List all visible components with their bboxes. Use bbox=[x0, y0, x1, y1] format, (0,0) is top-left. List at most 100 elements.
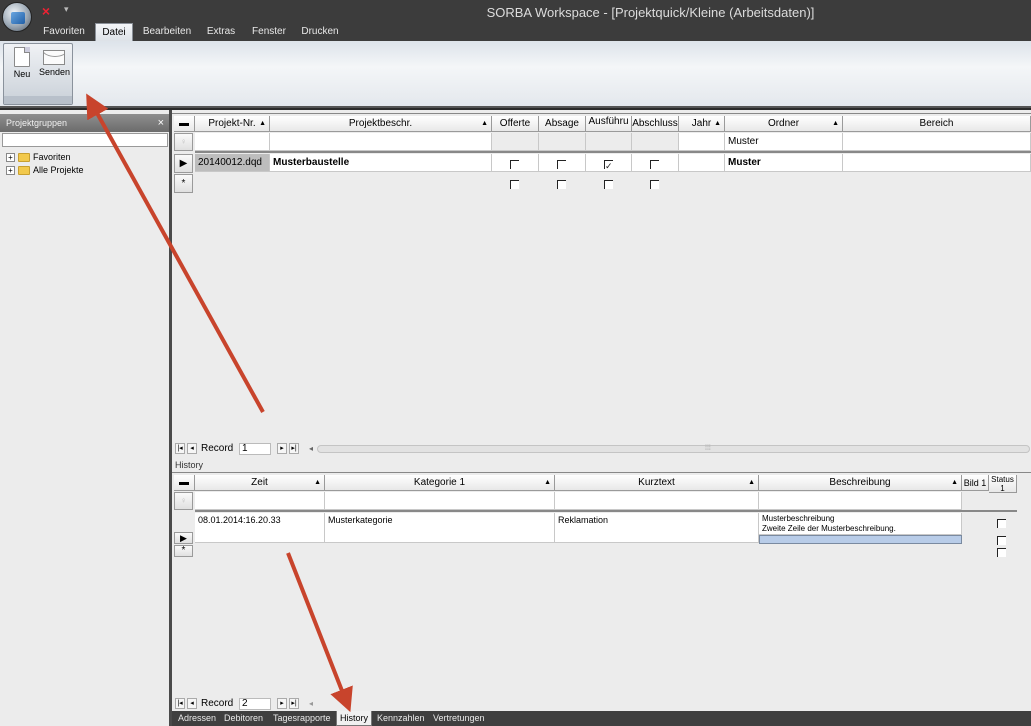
tab-adressen[interactable]: Adressen bbox=[178, 711, 216, 726]
abschluss-checkbox[interactable] bbox=[650, 160, 659, 169]
last-record-icon[interactable]: ▸| bbox=[289, 698, 299, 709]
tab-debitoren[interactable]: Debitoren bbox=[224, 711, 263, 726]
filter-cell-beschreibung[interactable] bbox=[759, 492, 962, 510]
table-cell-zeit[interactable]: 08.01.2014:16.20.33 bbox=[195, 513, 325, 543]
next-record-icon[interactable]: ▸ bbox=[277, 698, 287, 709]
new-row-icon: * bbox=[174, 545, 193, 557]
prev-record-icon[interactable]: ◂ bbox=[187, 698, 197, 709]
filter-cell-jahr[interactable] bbox=[679, 133, 725, 151]
new-ausfuehru-checkbox[interactable] bbox=[604, 180, 613, 189]
filter-cell-projektbeschr[interactable] bbox=[270, 133, 492, 151]
column-header-projekt-nr[interactable]: Projekt-Nr. ▲ bbox=[195, 116, 270, 132]
ribbon-tab-bar: Favoriten Datei Bearbeiten Extras Fenste… bbox=[0, 23, 1031, 41]
table-cell-projektbeschr[interactable]: Musterbaustelle bbox=[270, 154, 492, 172]
table-cell-kategorie[interactable]: Musterkategorie bbox=[325, 513, 555, 543]
ribbon-group-footer bbox=[4, 96, 72, 104]
table-cell-absage[interactable] bbox=[539, 154, 586, 172]
table-cell-abschluss[interactable] bbox=[632, 154, 679, 172]
column-header-offerte[interactable]: Offerte bbox=[492, 116, 539, 132]
tab-extras[interactable]: Extras bbox=[202, 23, 240, 41]
filter-cell-ausfuehru[interactable] bbox=[586, 133, 632, 151]
column-header-ausfuehru[interactable]: Ausführu bbox=[586, 116, 632, 132]
horizontal-scrollbar[interactable] bbox=[317, 445, 1030, 453]
tab-bearbeiten[interactable]: Bearbeiten bbox=[140, 23, 194, 41]
column-header-absage[interactable]: Absage bbox=[539, 116, 586, 132]
tab-drucken[interactable]: Drucken bbox=[298, 23, 342, 41]
tab-datei[interactable]: Datei bbox=[95, 23, 133, 41]
tree-item-alle-projekte[interactable]: + Alle Projekte bbox=[0, 164, 169, 177]
scroll-left-icon[interactable]: ◂ bbox=[309, 443, 313, 455]
offerte-checkbox[interactable] bbox=[510, 160, 519, 169]
status-checkbox[interactable] bbox=[997, 519, 1006, 528]
filter-cell-ordner[interactable]: Muster bbox=[725, 133, 843, 151]
ausfuehru-checkbox[interactable] bbox=[604, 157, 613, 175]
tab-kennzahlen[interactable]: Kennzahlen bbox=[377, 711, 425, 726]
column-header-ordner[interactable]: Ordner ▲ bbox=[725, 116, 843, 132]
record-number-input[interactable]: 2 bbox=[239, 698, 271, 710]
column-header-jahr[interactable]: Jahr ▲ bbox=[679, 116, 725, 132]
table-cell-ausfuehru[interactable] bbox=[586, 154, 632, 175]
tab-history[interactable]: History bbox=[336, 711, 373, 726]
table-cell-bereich[interactable] bbox=[843, 154, 1031, 172]
prev-record-icon[interactable]: ◂ bbox=[187, 443, 197, 454]
close-icon[interactable]: × bbox=[158, 114, 164, 132]
column-header-bereich[interactable]: Bereich bbox=[843, 116, 1031, 132]
new-absage-checkbox[interactable] bbox=[557, 180, 566, 189]
expand-icon[interactable]: + bbox=[6, 153, 15, 163]
tab-fenster[interactable]: Fenster bbox=[248, 23, 290, 41]
new-offerte-checkbox[interactable] bbox=[510, 180, 519, 189]
record-number-input[interactable]: 1 bbox=[239, 443, 271, 455]
history-section-label: History bbox=[175, 460, 204, 470]
table-cell-kurztext[interactable]: Reklamation bbox=[555, 513, 759, 543]
record-label: Record bbox=[201, 443, 234, 454]
first-record-icon[interactable]: |◂ bbox=[175, 443, 185, 454]
absage-checkbox[interactable] bbox=[557, 160, 566, 169]
new-button[interactable]: Neu bbox=[7, 47, 37, 85]
first-record-icon[interactable]: |◂ bbox=[175, 698, 185, 709]
history-grid: ▬ Zeit ▲ Kategorie 1 ▲ Kurztext ▲ Beschreib… bbox=[172, 472, 1031, 712]
column-header-abschluss[interactable]: Abschluss bbox=[632, 116, 679, 132]
selected-cell[interactable] bbox=[759, 535, 962, 544]
send-button-label: Senden bbox=[39, 67, 71, 77]
table-cell-projekt-nr[interactable]: 20140012.dqd bbox=[195, 154, 270, 172]
column-header-projektbeschr[interactable]: Projektbeschr. ▲ bbox=[270, 116, 492, 132]
collapse-icon[interactable]: ▬ bbox=[174, 116, 195, 132]
new-status-checkbox[interactable] bbox=[997, 548, 1006, 557]
table-cell-offerte[interactable] bbox=[492, 154, 539, 172]
column-header-zeit[interactable]: Zeit ▲ bbox=[195, 475, 325, 491]
expand-icon[interactable]: + bbox=[6, 166, 15, 176]
table-cell-beschreibung[interactable]: Musterbeschreibung Zweite Zeile der Must… bbox=[759, 513, 962, 535]
status-checkbox-current[interactable] bbox=[997, 536, 1006, 545]
filter-cell-bereich[interactable] bbox=[843, 133, 1031, 151]
column-header-beschreibung[interactable]: Beschreibung ▲ bbox=[759, 475, 962, 491]
row-separator bbox=[195, 151, 1031, 153]
table-cell-jahr[interactable] bbox=[679, 154, 725, 172]
column-header-bild[interactable]: Bild 1 bbox=[962, 475, 989, 491]
filter-cell-offerte[interactable] bbox=[492, 133, 539, 151]
filter-cell-abschluss[interactable] bbox=[632, 133, 679, 151]
next-record-icon[interactable]: ▸ bbox=[277, 443, 287, 454]
last-record-icon[interactable]: ▸| bbox=[289, 443, 299, 454]
filter-cell-kategorie[interactable] bbox=[325, 492, 555, 510]
table-cell-ordner[interactable]: Muster bbox=[725, 154, 843, 172]
send-button[interactable]: Senden bbox=[39, 47, 71, 85]
new-abschluss-checkbox[interactable] bbox=[650, 180, 659, 189]
tab-vertretungen[interactable]: Vertretungen bbox=[433, 711, 485, 726]
group-search-input[interactable] bbox=[2, 133, 168, 147]
application-menu-button[interactable] bbox=[2, 2, 32, 32]
filter-cell-kurztext[interactable] bbox=[555, 492, 759, 510]
sort-icon: ▲ bbox=[259, 120, 266, 127]
filter-cell-projekt-nr[interactable] bbox=[195, 133, 270, 151]
tree-item-favoriten[interactable]: + Favoriten bbox=[0, 151, 169, 164]
column-header-kurztext[interactable]: Kurztext ▲ bbox=[555, 475, 759, 491]
collapse-icon[interactable]: ▬ bbox=[174, 475, 195, 491]
tab-favoriten[interactable]: Favoriten bbox=[40, 23, 88, 41]
filter-cell-absage[interactable] bbox=[539, 133, 586, 151]
scroll-left-icon[interactable]: ◂ bbox=[309, 698, 313, 710]
envelope-icon bbox=[43, 50, 65, 65]
column-header-kategorie[interactable]: Kategorie 1 ▲ bbox=[325, 475, 555, 491]
column-header-status[interactable]: Status 1 bbox=[989, 475, 1017, 493]
tab-tagesrapporte[interactable]: Tagesrapporte bbox=[273, 711, 331, 726]
main-area: ▬ Projekt-Nr. ▲ Projektbeschr. ▲ Offerte A… bbox=[172, 110, 1031, 726]
filter-cell-zeit[interactable] bbox=[195, 492, 325, 510]
